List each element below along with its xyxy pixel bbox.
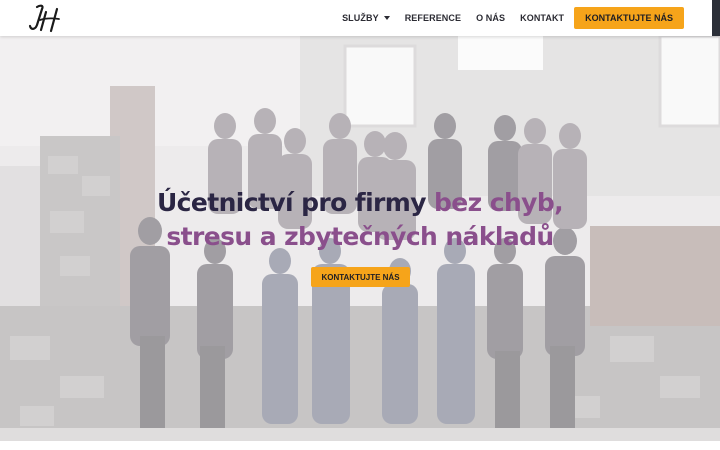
hero-section: Účetnictví pro firmy bez chyb, stresu a … <box>0 36 720 441</box>
header-contact-button[interactable]: KONTAKTUJTE NÁS <box>574 7 684 29</box>
jh-logo-icon[interactable] <box>28 3 62 33</box>
nav-item-label: SLUŽBY <box>342 13 379 23</box>
site-header: SLUŽBY REFERENCE O NÁS KONTAKT KONTAKTUJ… <box>0 0 720 36</box>
nav-item-o-nas[interactable]: O NÁS <box>476 13 505 23</box>
headline-text-dark: Účetnictví pro firmy <box>156 188 435 217</box>
nav-item-label: O NÁS <box>476 13 506 23</box>
nav-item-sluzby[interactable]: SLUŽBY <box>342 13 390 23</box>
nav-item-label: KONTAKT <box>520 13 565 23</box>
hero-contact-button[interactable]: KONTAKTUJTE NÁS <box>311 267 410 287</box>
headline-text-accent: bez chyb, <box>434 188 564 217</box>
header-edge-bar <box>712 0 720 36</box>
nav-item-kontakt[interactable]: KONTAKT <box>520 13 564 23</box>
nav-item-label: REFERENCE <box>404 13 462 23</box>
page-bottom-strip <box>0 441 720 450</box>
chevron-down-icon <box>383 16 390 20</box>
nav-item-reference[interactable]: REFERENCE <box>405 13 461 23</box>
main-nav: SLUŽBY REFERENCE O NÁS KONTAKT KONTAKTUJ… <box>342 0 684 36</box>
headline-text-accent-line2: stresu a zbytečných nákladů <box>166 222 554 251</box>
hero-headline: Účetnictví pro firmy bez chyb, stresu a … <box>0 186 720 254</box>
